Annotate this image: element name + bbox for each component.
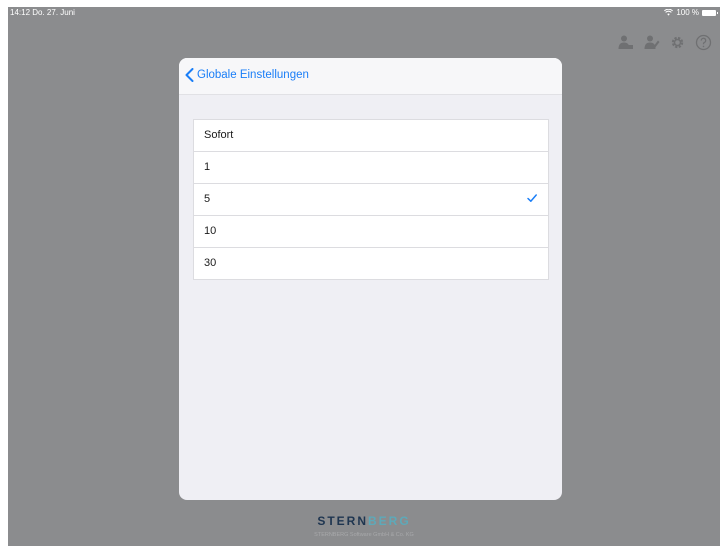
option-row[interactable]: 30: [194, 248, 548, 279]
status-time-date: 14:12 Do. 27. Juni: [10, 8, 75, 17]
battery-icon: [702, 9, 718, 16]
options-list: Sofort 1 5 10 30: [193, 119, 549, 280]
option-label: Sofort: [204, 129, 234, 141]
wifi-icon: [664, 9, 674, 16]
footer: STERNBERG STERNBERG Software GmbH & Co. …: [8, 514, 720, 538]
user-remove-icon[interactable]: [617, 34, 634, 51]
back-button[interactable]: Globale Einstellungen: [185, 68, 309, 82]
app-screen: 14:12 Do. 27. Juni 100 % Globale Einstel…: [8, 7, 720, 546]
option-row[interactable]: 10: [194, 216, 548, 248]
option-label: 10: [204, 225, 217, 237]
status-bar: 14:12 Do. 27. Juni 100 %: [8, 7, 720, 19]
option-row[interactable]: 1: [194, 152, 548, 184]
option-row[interactable]: Sofort: [194, 120, 548, 152]
battery-percent: 100 %: [676, 8, 699, 17]
modal-header: Globale Einstellungen: [179, 58, 562, 95]
status-right: 100 %: [664, 8, 718, 17]
option-row-selected[interactable]: 5: [194, 184, 548, 216]
settings-modal: Globale Einstellungen Sofort 1 5 10 30: [179, 58, 562, 500]
gear-icon[interactable]: [669, 34, 686, 51]
option-label: 5: [204, 193, 211, 205]
help-icon[interactable]: [695, 34, 712, 51]
user-edit-icon[interactable]: [643, 34, 660, 51]
option-label: 1: [204, 161, 211, 173]
checkmark-icon: [527, 194, 537, 202]
option-label: 30: [204, 257, 217, 269]
brand-accent: BERG: [368, 514, 411, 528]
brand-logo: STERNBERG: [8, 514, 720, 528]
company-name: STERNBERG Software GmbH & Co. KG: [314, 532, 414, 538]
chevron-left-icon: [185, 68, 194, 82]
brand-main: STERN: [317, 514, 368, 528]
back-button-label: Globale Einstellungen: [197, 69, 309, 81]
toolbar-icons: [617, 34, 712, 51]
